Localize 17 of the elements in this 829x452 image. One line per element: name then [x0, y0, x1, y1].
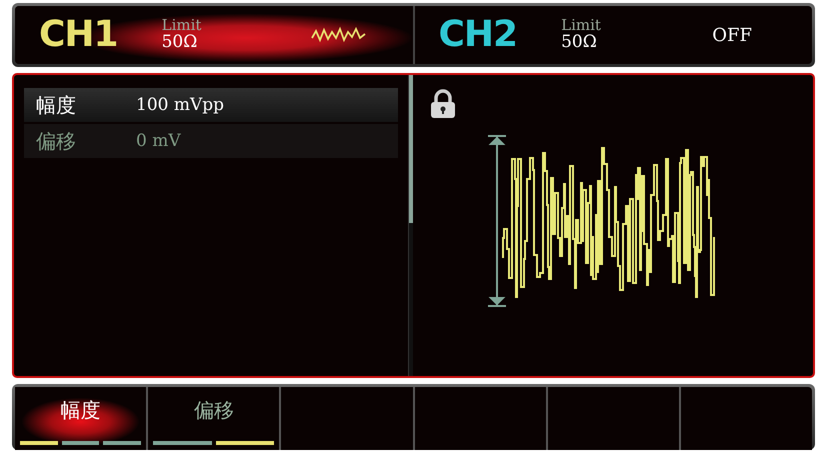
limit-label: Limit	[162, 18, 202, 34]
channel-name: CH1	[39, 17, 118, 53]
scrollbar-thumb[interactable]	[409, 75, 413, 223]
channel-panel[interactable]: CH2 Limit 50Ω OFF	[412, 6, 812, 64]
parameter-label: 幅度	[36, 92, 77, 118]
parameter-value: 100 mVpp	[136, 95, 224, 115]
channel-name: CH2	[438, 17, 518, 53]
impedance-value: 50Ω	[561, 34, 597, 52]
parameter-label: 偏移	[36, 128, 77, 154]
parameter-row[interactable]: 偏移 0 mV	[24, 124, 398, 158]
softkey[interactable]: 偏移	[146, 387, 280, 450]
limit-label: Limit	[561, 18, 601, 34]
parameter-row[interactable]: 幅度 100 mVpp	[24, 88, 398, 122]
impedance-value: 50Ω	[162, 34, 198, 52]
channel-panel[interactable]: CH1 Limit 50Ω	[15, 6, 412, 64]
output-status: OFF	[712, 24, 752, 46]
parameter-value: 0 mV	[136, 131, 181, 151]
